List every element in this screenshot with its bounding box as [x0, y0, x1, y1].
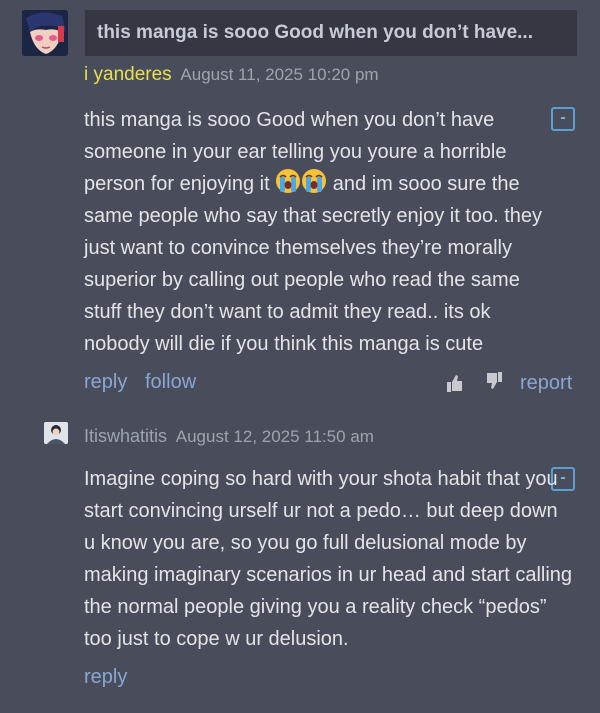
username-link[interactable]: Itiswhatitis	[84, 426, 167, 446]
loudly-crying-face-icon	[302, 169, 327, 193]
comment-date: August 12, 2025 11:50 am	[175, 427, 374, 446]
comment-title[interactable]: this manga is sooo Good when you don’t h…	[85, 10, 577, 56]
user-avatar[interactable]	[22, 10, 68, 56]
reply-link[interactable]: reply	[84, 666, 127, 689]
comment-body: Imagine coping so hard with your shota h…	[84, 468, 573, 650]
thumbs-down-icon[interactable]	[486, 372, 502, 390]
comment-body: this manga is sooo Good when you don’t h…	[84, 104, 556, 360]
comment-meta: i yanderes August 11, 2025 10:20 pm	[84, 64, 379, 86]
comment-date: August 11, 2025 10:20 pm	[180, 65, 379, 84]
reply-link[interactable]: reply	[84, 371, 127, 394]
comment-title-text: this manga is sooo Good when you don’t h…	[97, 22, 533, 43]
loudly-crying-face-icon	[276, 169, 301, 193]
comment-body-text-part2: and im sooo sure the same people who say…	[84, 173, 543, 355]
report-link[interactable]: report	[520, 372, 572, 395]
thumbs-up-icon[interactable]	[447, 374, 463, 392]
user-avatar[interactable]	[44, 422, 68, 444]
username-link[interactable]: i yanderes	[84, 64, 172, 85]
avatar-image	[44, 422, 68, 444]
comment-meta: Itiswhatitis August 12, 2025 11:50 am	[84, 426, 374, 447]
follow-link[interactable]: follow	[145, 371, 196, 394]
avatar-image	[22, 10, 68, 56]
